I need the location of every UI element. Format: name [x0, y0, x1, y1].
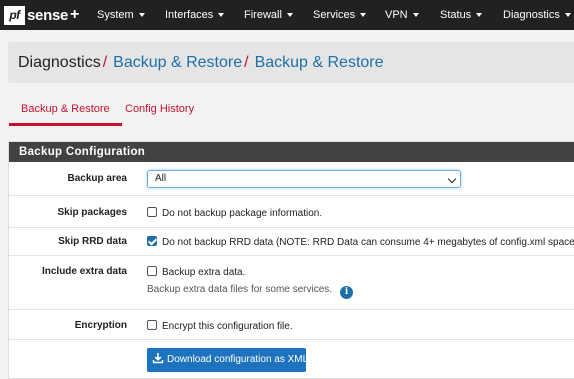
nav-item-diagnostics[interactable]: Diagnostics	[503, 0, 571, 30]
skip-packages-label: Skip packages	[57, 207, 127, 218]
caret-down-icon	[476, 13, 483, 18]
caret-down-icon	[138, 13, 145, 18]
include-extra-help-text: Backup extra data files for some service…	[147, 284, 333, 295]
include-extra-text: Backup extra data.	[162, 267, 246, 278]
top-navbar: pf sense + System Interfaces Firewall Se…	[0, 0, 574, 30]
nav-item-label: Services	[313, 9, 356, 21]
nav-item-firewall[interactable]: Firewall	[244, 0, 293, 30]
tab-config-history[interactable]: Config History	[113, 96, 206, 126]
breadcrumb: Diagnostics / Backup & Restore / Backup & Re…	[8, 42, 574, 83]
nav-item-vpn[interactable]: VPN	[385, 0, 419, 30]
skip-rrd-option[interactable]: Do not backup RRD data (NOTE: RRD Data c…	[147, 236, 574, 248]
skip-packages-text: Do not backup package information.	[162, 208, 323, 219]
breadcrumb-separator: /	[244, 54, 249, 71]
caret-down-icon	[218, 13, 225, 18]
download-config-button[interactable]: Download configuration as XML	[147, 348, 309, 372]
skip-rrd-label: Skip RRD data	[58, 236, 127, 247]
caret-down-icon	[360, 13, 367, 18]
row-skip-packages: Skip packages Do not backup package info…	[9, 196, 574, 228]
include-extra-option[interactable]: Backup extra data.	[147, 266, 245, 278]
nav-item-label: VPN	[385, 9, 408, 21]
nav-item-system[interactable]: System	[97, 0, 145, 30]
encryption-option[interactable]: Encrypt this configuration file.	[147, 320, 293, 332]
skip-rrd-checkbox[interactable]	[147, 236, 157, 246]
caret-down-icon	[564, 13, 571, 18]
nav-item-interfaces[interactable]: Interfaces	[165, 0, 225, 30]
breadcrumb-item-diagnostics: Diagnostics	[18, 54, 101, 71]
nav-item-status[interactable]: Status	[440, 0, 483, 30]
breadcrumb-item-backup-restore[interactable]: Backup & Restore	[113, 54, 242, 71]
download-button-label: Download configuration as XML	[167, 354, 309, 365]
include-extra-help: Backup extra data files for some service…	[147, 284, 354, 299]
backup-configuration-panel: Backup Configuration Backup area All Ski…	[8, 141, 574, 379]
include-extra-label: Include extra data	[41, 266, 127, 277]
chevron-down-icon	[447, 174, 457, 184]
encryption-label: Encryption	[74, 320, 127, 331]
include-extra-checkbox[interactable]	[147, 266, 157, 276]
download-icon	[152, 353, 164, 364]
backup-area-select[interactable]: All	[147, 170, 461, 188]
nav-item-services[interactable]: Services	[313, 0, 367, 30]
backup-area-label: Backup area	[67, 173, 127, 184]
logo-text: sense	[27, 6, 69, 24]
breadcrumb-item-backup-restore-current[interactable]: Backup & Restore	[255, 54, 384, 71]
nav-item-label: Status	[440, 9, 472, 21]
caret-down-icon	[412, 13, 419, 18]
row-skip-rrd: Skip RRD data Do not backup RRD data (NO…	[9, 228, 574, 256]
breadcrumb-separator: /	[102, 54, 108, 71]
nav-item-label: System	[97, 9, 134, 21]
nav-item-label: Firewall	[244, 9, 282, 21]
info-icon[interactable]: i	[340, 286, 354, 299]
logo-plus: +	[70, 6, 80, 23]
row-backup-area: Backup area All	[9, 162, 574, 196]
pfsense-logo[interactable]: pf sense +	[4, 5, 79, 25]
panel-title: Backup Configuration	[9, 142, 574, 162]
encryption-checkbox[interactable]	[147, 320, 157, 330]
caret-down-icon	[286, 13, 293, 18]
skip-rrd-text: Do not backup RRD data (NOTE: RRD Data c…	[162, 237, 574, 248]
row-encryption: Encryption Encrypt this configuration fi…	[9, 310, 574, 340]
nav-item-label: Interfaces	[165, 9, 214, 21]
skip-packages-checkbox[interactable]	[147, 207, 157, 217]
skip-packages-option[interactable]: Do not backup package information.	[147, 207, 322, 219]
backup-area-value: All	[155, 173, 167, 184]
nav-item-label: Diagnostics	[503, 9, 560, 21]
logo-box: pf	[4, 5, 25, 25]
tab-backup-restore[interactable]: Backup & Restore	[9, 96, 122, 126]
encryption-text: Encrypt this configuration file.	[162, 321, 293, 332]
row-include-extra: Include extra data Backup extra data. Ba…	[9, 256, 574, 310]
